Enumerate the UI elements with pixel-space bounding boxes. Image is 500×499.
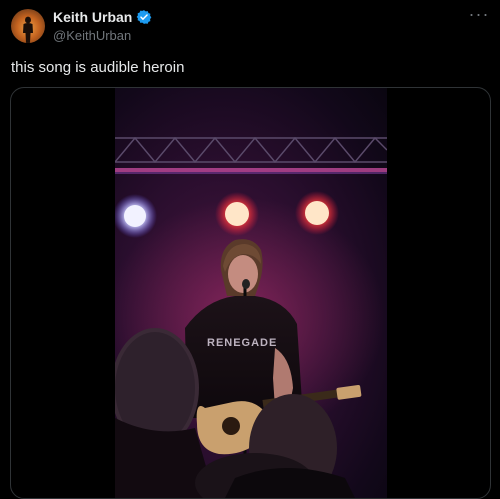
- more-horizontal-icon[interactable]: ···: [468, 5, 490, 23]
- handle[interactable]: @KeithUrban: [53, 28, 131, 43]
- author-name-row: Keith Urban: [53, 9, 152, 25]
- tweet-text: this song is audible heroin: [11, 59, 185, 76]
- display-name[interactable]: Keith Urban: [53, 9, 132, 25]
- avatar[interactable]: [11, 9, 45, 43]
- shirt-text: RENEGADE: [207, 337, 277, 349]
- verified-badge-icon: [136, 9, 152, 25]
- video-player[interactable]: RENEGADE: [115, 88, 387, 498]
- media-card[interactable]: RENEGADE: [10, 87, 491, 499]
